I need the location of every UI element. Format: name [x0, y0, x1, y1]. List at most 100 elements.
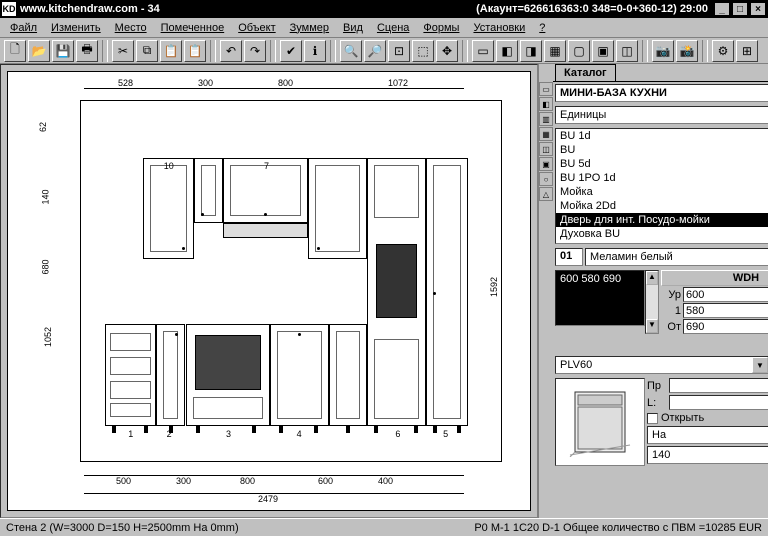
check-icon[interactable]: ✔ [280, 40, 302, 62]
list-item[interactable]: Духовка BU [556, 227, 768, 241]
list-item[interactable]: BU 5d [556, 157, 768, 171]
base-cooktop-3[interactable]: 3 [186, 324, 270, 425]
finish-select[interactable]: Меламин белый▼ [585, 248, 768, 266]
view7-icon[interactable]: ◫ [616, 40, 638, 62]
view6-icon[interactable]: ▣ [592, 40, 614, 62]
view5-icon[interactable]: ▢ [568, 40, 590, 62]
list-item[interactable]: Угл. BU 1d [556, 241, 768, 244]
chevron-down-icon[interactable]: ▼ [752, 357, 768, 373]
upper-cab-right[interactable] [308, 158, 367, 259]
view1-icon[interactable]: ▭ [472, 40, 494, 62]
paste2-icon[interactable]: 📋 [184, 40, 206, 62]
copy-icon[interactable]: ⧉ [136, 40, 158, 62]
view3-icon[interactable]: ◨ [520, 40, 542, 62]
list-item[interactable]: Дверь для инт. Посудо-мойки [556, 213, 768, 227]
maximize-button[interactable]: □ [732, 2, 748, 16]
drawing-canvas[interactable]: 528 300 800 1072 62 140 680 1052 1592 10… [7, 71, 531, 511]
base-dishwasher-4[interactable]: 4 [270, 324, 329, 425]
hood[interactable] [223, 223, 307, 237]
list-item[interactable]: BU 1PO 1d [556, 171, 768, 185]
menu-object[interactable]: Объект [232, 20, 281, 36]
menu-settings[interactable]: Установки [467, 20, 531, 36]
menu-file[interactable]: Файл [4, 20, 43, 36]
menu-place[interactable]: Место [109, 20, 153, 36]
undo-icon[interactable]: ↶ [220, 40, 242, 62]
vt-7[interactable]: ○ [539, 172, 553, 186]
upper-cab-7[interactable]: 7 [223, 158, 307, 223]
vertical-toolbar: ▭ ◧ ▥ ▦ ◫ ▣ ○ △ [539, 64, 553, 518]
wdh-header: WDH [661, 270, 768, 286]
tall-oven[interactable]: 6 [367, 158, 426, 426]
vt-2[interactable]: ◧ [539, 97, 553, 111]
minimize-button[interactable]: _ [714, 2, 730, 16]
height-input[interactable] [683, 319, 768, 334]
width-input[interactable] [683, 287, 768, 302]
catalog-db-select[interactable]: МИНИ-БАЗА КУХНИ▼ [555, 84, 768, 102]
kitchen-stage: 10 7 6 5 1 [80, 100, 502, 462]
menu-view[interactable]: Вид [337, 20, 369, 36]
paste-icon[interactable]: 📋 [160, 40, 182, 62]
upper-cab-small[interactable] [194, 158, 224, 223]
dim-top-3: 800 [278, 78, 293, 88]
base-2[interactable]: 2 [156, 324, 186, 425]
close-button[interactable]: × [750, 2, 766, 16]
dim-left-2: 140 [41, 189, 51, 204]
view2-icon[interactable]: ◧ [496, 40, 518, 62]
print-icon[interactable]: 🖶 [76, 40, 98, 62]
open-checkbox[interactable]: Открыть [647, 412, 768, 424]
view4-icon[interactable]: ▦ [544, 40, 566, 62]
pr-input[interactable] [669, 378, 768, 393]
list-item[interactable]: Мойка 2Dd [556, 199, 768, 213]
zoomfit-icon[interactable]: ⊡ [388, 40, 410, 62]
render1-icon[interactable]: 📷 [652, 40, 674, 62]
list-item[interactable]: Мойка [556, 185, 768, 199]
vt-6[interactable]: ▣ [539, 157, 553, 171]
position-select[interactable]: На▼ [647, 426, 768, 444]
render2-icon[interactable]: 📸 [676, 40, 698, 62]
tall-right[interactable]: 5 [426, 158, 468, 426]
menu-scene[interactable]: Сцена [371, 20, 415, 36]
menu-bar: Файл Изменить Место Помеченное Объект Зу… [0, 18, 768, 38]
vt-4[interactable]: ▦ [539, 127, 553, 141]
depth-input[interactable] [683, 303, 768, 318]
toolbar: 🗋 📂 💾 🖶 ✂ ⧉ 📋 📋 ↶ ↷ ✔ ℹ 🔍 🔎 ⊡ ⬚ ✥ ▭ ◧ ◨ … [0, 38, 768, 64]
save-icon[interactable]: 💾 [52, 40, 74, 62]
vt-8[interactable]: △ [539, 187, 553, 201]
zoomout-icon[interactable]: 🔎 [364, 40, 386, 62]
menu-help[interactable]: ? [533, 20, 551, 36]
tool1-icon[interactable]: ⚙ [712, 40, 734, 62]
elevation-select[interactable]: 140▼ [647, 446, 768, 464]
base-drawers-1[interactable]: 1 [105, 324, 156, 425]
zoomin-icon[interactable]: 🔍 [340, 40, 362, 62]
cut-icon[interactable]: ✂ [112, 40, 134, 62]
vt-5[interactable]: ◫ [539, 142, 553, 156]
scroll-up-icon[interactable]: ▲ [646, 271, 658, 285]
menu-zoom[interactable]: Зуммер [284, 20, 335, 36]
model-select[interactable]: PLV60▼ [555, 356, 768, 374]
pan-icon[interactable]: ✥ [436, 40, 458, 62]
dim-bot-5: 400 [378, 476, 393, 486]
base-filler[interactable] [329, 324, 367, 425]
catalog-list[interactable]: BU 1dBUBU 5dBU 1PO 1dМойкаМойка 2DdДверь… [555, 128, 768, 244]
menu-forms[interactable]: Формы [417, 20, 465, 36]
vt-1[interactable]: ▭ [539, 82, 553, 96]
status-left: Стена 2 (W=3000 D=150 H=2500mm На 0mm) [6, 522, 239, 534]
menu-edit[interactable]: Изменить [45, 20, 107, 36]
dim-left-4: 1052 [43, 327, 53, 347]
new-icon[interactable]: 🗋 [4, 40, 26, 62]
list-item[interactable]: BU 1d [556, 129, 768, 143]
catalog-units-select[interactable]: Единицы▼ [555, 106, 768, 124]
menu-marked[interactable]: Помеченное [155, 20, 231, 36]
l-input[interactable] [669, 395, 768, 410]
zoomwin-icon[interactable]: ⬚ [412, 40, 434, 62]
vt-3[interactable]: ▥ [539, 112, 553, 126]
redo-icon[interactable]: ↷ [244, 40, 266, 62]
tab-catalog[interactable]: Каталог [555, 64, 616, 81]
upper-cab-10[interactable]: 10 [143, 158, 194, 259]
list-item[interactable]: BU [556, 143, 768, 157]
info-icon[interactable]: ℹ [304, 40, 326, 62]
dims-list[interactable]: 600 580 690 [555, 270, 645, 326]
tool2-icon[interactable]: ⊞ [736, 40, 758, 62]
scroll-down-icon[interactable]: ▼ [646, 319, 658, 333]
open-icon[interactable]: 📂 [28, 40, 50, 62]
